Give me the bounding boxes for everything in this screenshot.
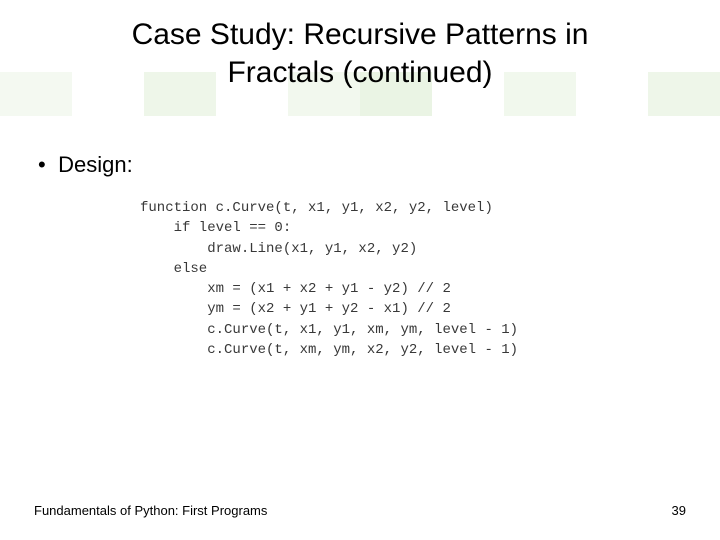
code-line: function c.Curve(t, x1, y1, x2, y2, leve… xyxy=(140,200,493,216)
bullet-design: • Design: xyxy=(38,152,133,178)
page-number: 39 xyxy=(672,503,686,518)
code-line: else xyxy=(140,261,207,277)
bullet-dot-icon: • xyxy=(38,152,52,178)
bullet-label: Design: xyxy=(58,152,133,177)
title-line-1: Case Study: Recursive Patterns in xyxy=(0,16,720,54)
code-line: c.Curve(t, xm, ym, x2, y2, level - 1) xyxy=(140,342,518,358)
slide: Case Study: Recursive Patterns in Fracta… xyxy=(0,0,720,540)
code-line: if level == 0: xyxy=(140,220,291,236)
code-block: function c.Curve(t, x1, y1, x2, y2, leve… xyxy=(140,198,518,360)
code-line: ym = (x2 + y1 + y2 - x1) // 2 xyxy=(140,301,451,317)
code-line: c.Curve(t, x1, y1, xm, ym, level - 1) xyxy=(140,322,518,338)
code-line: xm = (x1 + x2 + y1 - y2) // 2 xyxy=(140,281,451,297)
footer-text: Fundamentals of Python: First Programs xyxy=(34,503,267,518)
title-line-2: Fractals (continued) xyxy=(0,54,720,92)
slide-title: Case Study: Recursive Patterns in Fracta… xyxy=(0,0,720,93)
code-line: draw.Line(x1, y1, x2, y2) xyxy=(140,241,417,257)
